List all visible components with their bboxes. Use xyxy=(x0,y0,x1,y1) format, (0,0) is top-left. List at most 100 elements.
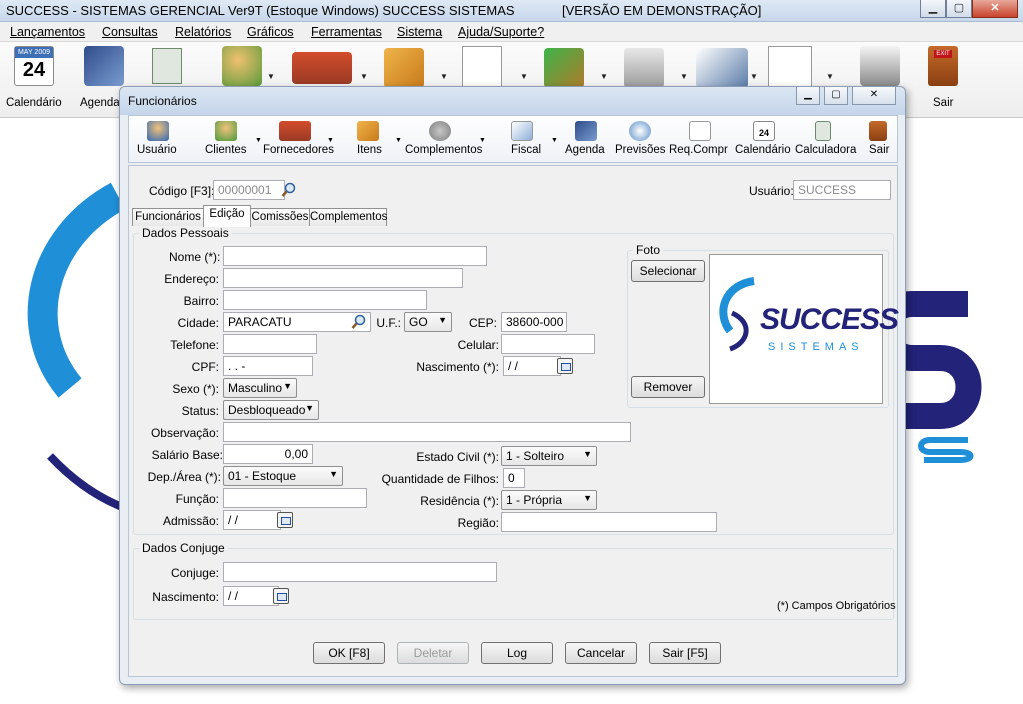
suppliers-dropdown-icon[interactable]: ▼ xyxy=(360,72,368,81)
toolbar-fornecedores[interactable]: Fornecedores ▼ xyxy=(263,119,335,161)
cpf-field[interactable]: . . - xyxy=(223,356,313,376)
toolbar-req-compr-label: Req.Compr xyxy=(669,144,728,156)
observacao-field[interactable] xyxy=(223,422,631,442)
toolbar-usuario[interactable]: Usuário xyxy=(133,119,181,161)
exit-icon xyxy=(869,121,887,141)
residencia-select[interactable]: 1 - Própria ▼ xyxy=(501,490,597,510)
status-select[interactable]: Desbloqueado ▼ xyxy=(223,400,319,420)
menu-graficos[interactable]: Gráficos xyxy=(247,25,294,39)
tab-comissoes[interactable]: Comissões xyxy=(250,208,310,226)
tab-complementos[interactable]: Complementos xyxy=(309,208,387,226)
purchases-dropdown-icon[interactable]: ▼ xyxy=(520,72,528,81)
search-dropdown-icon[interactable]: ▼ xyxy=(826,72,834,81)
exit-button[interactable]: Sair [F5] xyxy=(649,642,721,664)
menu-consultas[interactable]: Consultas xyxy=(102,25,158,39)
entries-dropdown-icon[interactable]: ▼ xyxy=(600,72,608,81)
toolbar-agenda[interactable]: Agenda xyxy=(561,119,611,161)
search-icon[interactable] xyxy=(281,182,297,198)
bairro-field[interactable] xyxy=(223,290,427,310)
calendar-tool[interactable]: MAY 2009 24 xyxy=(14,46,54,88)
exit-label[interactable]: Sair xyxy=(933,97,953,109)
tab-edicao[interactable]: Edição xyxy=(203,205,251,227)
cancel-button[interactable]: Cancelar xyxy=(565,642,637,664)
toolbar-complementos[interactable]: Complementos ▼ xyxy=(405,119,486,161)
dialog-maximize-button[interactable]: ▢ xyxy=(824,87,848,105)
calculator-icon[interactable] xyxy=(152,48,182,84)
codigo-field[interactable]: 00000001 xyxy=(213,180,285,200)
dialog-close-button[interactable]: ✕ xyxy=(852,87,896,105)
ok-button[interactable]: OK [F8] xyxy=(313,642,385,664)
cidade-field[interactable]: PARACATU xyxy=(223,312,371,332)
dados-conjuge-label: Dados Conjuge xyxy=(139,541,228,555)
purchases-icon[interactable] xyxy=(462,46,502,88)
dep-area-select[interactable]: 01 - Estoque ▼ xyxy=(223,466,343,486)
menu-lancamentos[interactable]: Lançamentos xyxy=(10,25,85,39)
budget-icon[interactable] xyxy=(696,48,748,88)
toolbar-clientes[interactable]: Clientes ▼ xyxy=(203,119,262,161)
usuario-field[interactable]: SUCCESS xyxy=(793,180,891,200)
clients-icon[interactable] xyxy=(222,46,262,86)
conjuge-field[interactable] xyxy=(223,562,497,582)
calculator-icon xyxy=(815,121,831,141)
maximize-icon: ▢ xyxy=(953,2,965,14)
calendar-label[interactable]: Calendário xyxy=(6,97,62,109)
exit-tool[interactable]: EXIT xyxy=(922,46,964,88)
log-button[interactable]: Log xyxy=(481,642,553,664)
suppliers-icon[interactable] xyxy=(292,52,352,84)
toolbar-fiscal[interactable]: Fiscal ▼ xyxy=(493,119,558,161)
cep-field[interactable]: 38600-000 xyxy=(501,312,567,332)
printer-icon[interactable] xyxy=(860,46,900,86)
toolbar-previsoes[interactable]: Previsões xyxy=(615,119,667,161)
toolbar-itens[interactable]: Itens ▼ xyxy=(345,119,402,161)
tab-funcionarios[interactable]: Funcionários xyxy=(132,208,204,226)
celular-field[interactable] xyxy=(501,334,595,354)
items-icon[interactable] xyxy=(384,48,424,88)
menu-ferramentas[interactable]: Ferramentas xyxy=(311,25,382,39)
admissao-field[interactable]: / / xyxy=(223,510,281,530)
clients-dropdown-icon[interactable]: ▼ xyxy=(267,72,275,81)
maximize-button[interactable]: ▢ xyxy=(946,0,972,18)
uf-select[interactable]: GO ▼ xyxy=(404,312,452,332)
telefone-field[interactable] xyxy=(223,334,317,354)
select-photo-button[interactable]: Selecionar xyxy=(631,260,705,282)
close-button[interactable]: ✕ xyxy=(972,0,1018,18)
minimize-button[interactable]: ▁ xyxy=(920,0,946,18)
salario-field[interactable]: 0,00 xyxy=(223,444,313,464)
toolbar-req-compr[interactable]: Req.Compr xyxy=(669,119,731,161)
menu-ajuda[interactable]: Ajuda/Suporte? xyxy=(458,25,544,39)
sales-dropdown-icon[interactable]: ▼ xyxy=(680,72,688,81)
nome-field[interactable] xyxy=(223,246,487,266)
filhos-field[interactable]: 0 xyxy=(503,468,525,488)
employees-dialog: Funcionários ▁ ▢ ✕ Usuário Clientes ▼ Fo… xyxy=(119,86,906,685)
regiao-field[interactable] xyxy=(501,512,717,532)
delete-button[interactable]: Deletar xyxy=(397,642,469,664)
remove-photo-button[interactable]: Remover xyxy=(631,376,705,398)
cart-icon[interactable] xyxy=(624,48,664,88)
endereco-field[interactable] xyxy=(223,268,463,288)
menu-relatorios[interactable]: Relatórios xyxy=(175,25,231,39)
menu-sistema[interactable]: Sistema xyxy=(397,25,442,39)
estado-civil-select[interactable]: 1 - Solteiro ▼ xyxy=(501,446,597,466)
agenda-label[interactable]: Agenda xyxy=(80,97,120,109)
date-picker-icon[interactable] xyxy=(273,588,289,604)
toolbar-calendario[interactable]: 24 Calendário xyxy=(735,119,793,161)
entries-icon[interactable] xyxy=(544,48,584,88)
date-picker-icon[interactable] xyxy=(557,358,573,374)
budget-dropdown-icon[interactable]: ▼ xyxy=(750,72,758,81)
toolbar-sair[interactable]: Sair xyxy=(863,119,895,161)
sexo-select[interactable]: Masculino ▼ xyxy=(223,378,297,398)
agenda-icon[interactable] xyxy=(84,46,124,86)
codigo-label: Código [F3]: xyxy=(149,184,215,198)
search-list-icon[interactable] xyxy=(768,46,812,88)
date-picker-icon[interactable] xyxy=(277,512,293,528)
items-dropdown-icon[interactable]: ▼ xyxy=(440,72,448,81)
uf-value: GO xyxy=(409,315,428,329)
cidade-label: Cidade: xyxy=(177,316,219,330)
dialog-minimize-button[interactable]: ▁ xyxy=(796,87,820,105)
cidade-search-icon[interactable] xyxy=(351,314,367,330)
nascimento-field[interactable]: / / xyxy=(503,356,561,376)
toolbar-calculadora[interactable]: Calculadora xyxy=(795,119,856,161)
observacao-label: Observação: xyxy=(150,426,219,440)
funcao-field[interactable] xyxy=(223,488,367,508)
conjuge-nascimento-field[interactable]: / / xyxy=(223,586,279,606)
